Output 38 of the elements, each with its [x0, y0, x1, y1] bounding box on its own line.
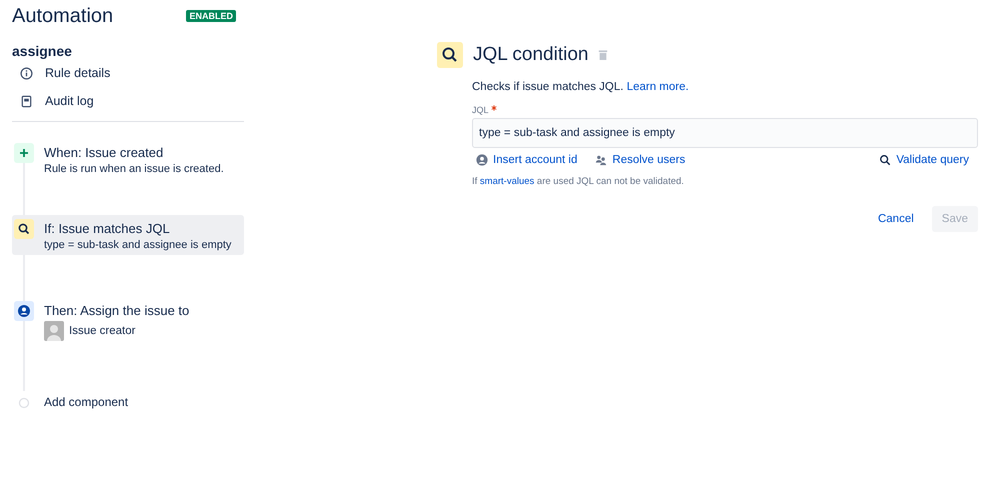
field-label: JQL — [472, 105, 489, 115]
rule-step[interactable]: When: Issue created Rule is run when an issue is created. — [12, 139, 244, 179]
search-icon — [879, 154, 892, 166]
tool-link[interactable]: Validate query — [879, 154, 969, 166]
tool-link[interactable]: Resolve users — [595, 154, 686, 166]
step-detail: type = sub-task and assignee is empty — [44, 239, 232, 251]
status-badge: ENABLED — [186, 10, 236, 22]
step-title: Then: Assign the issue to — [44, 303, 190, 318]
learn-more-link[interactable]: Learn more. — [626, 81, 689, 93]
page-title: Automation — [12, 4, 114, 28]
step-detail: Rule is run when an issue is created. — [44, 163, 224, 175]
hint-text: If smart-values are used JQL can not be validated. — [472, 176, 685, 187]
trash-icon[interactable] — [598, 49, 608, 61]
search-icon — [14, 219, 34, 239]
add-component-item[interactable]: Add component — [12, 389, 244, 417]
document-icon — [20, 94, 33, 108]
panel-title: JQL condition — [473, 44, 588, 66]
jql-input[interactable]: type = sub-task and assignee is empty — [472, 118, 978, 148]
step-title: When: Issue created — [44, 145, 164, 160]
sidebar-item[interactable]: Audit log — [12, 87, 244, 115]
users-icon — [595, 154, 608, 166]
user-icon — [476, 154, 488, 166]
tool-link[interactable]: Insert account id — [476, 154, 578, 166]
avatar-icon — [44, 321, 64, 341]
step-detail: Issue creator — [69, 325, 136, 337]
rule-name: assignee — [12, 43, 73, 59]
cancel-button[interactable]: Cancel — [868, 206, 924, 232]
user-icon — [14, 301, 34, 321]
search-icon — [437, 42, 463, 68]
sidebar-item[interactable]: Rule details — [12, 59, 244, 87]
rule-step[interactable]: Then: Assign the issue to Issue creator — [12, 297, 244, 345]
rule-step[interactable]: If: Issue matches JQL type = sub-task and assignee is empty — [12, 215, 244, 255]
step-title: Add component — [44, 395, 128, 409]
description: Checks if issue matches JQL. — [472, 81, 624, 93]
info-icon — [20, 66, 33, 80]
plus-icon — [14, 143, 34, 163]
smart-values-link[interactable]: smart-values — [480, 176, 534, 187]
step-title: If: Issue matches JQL — [44, 221, 171, 236]
